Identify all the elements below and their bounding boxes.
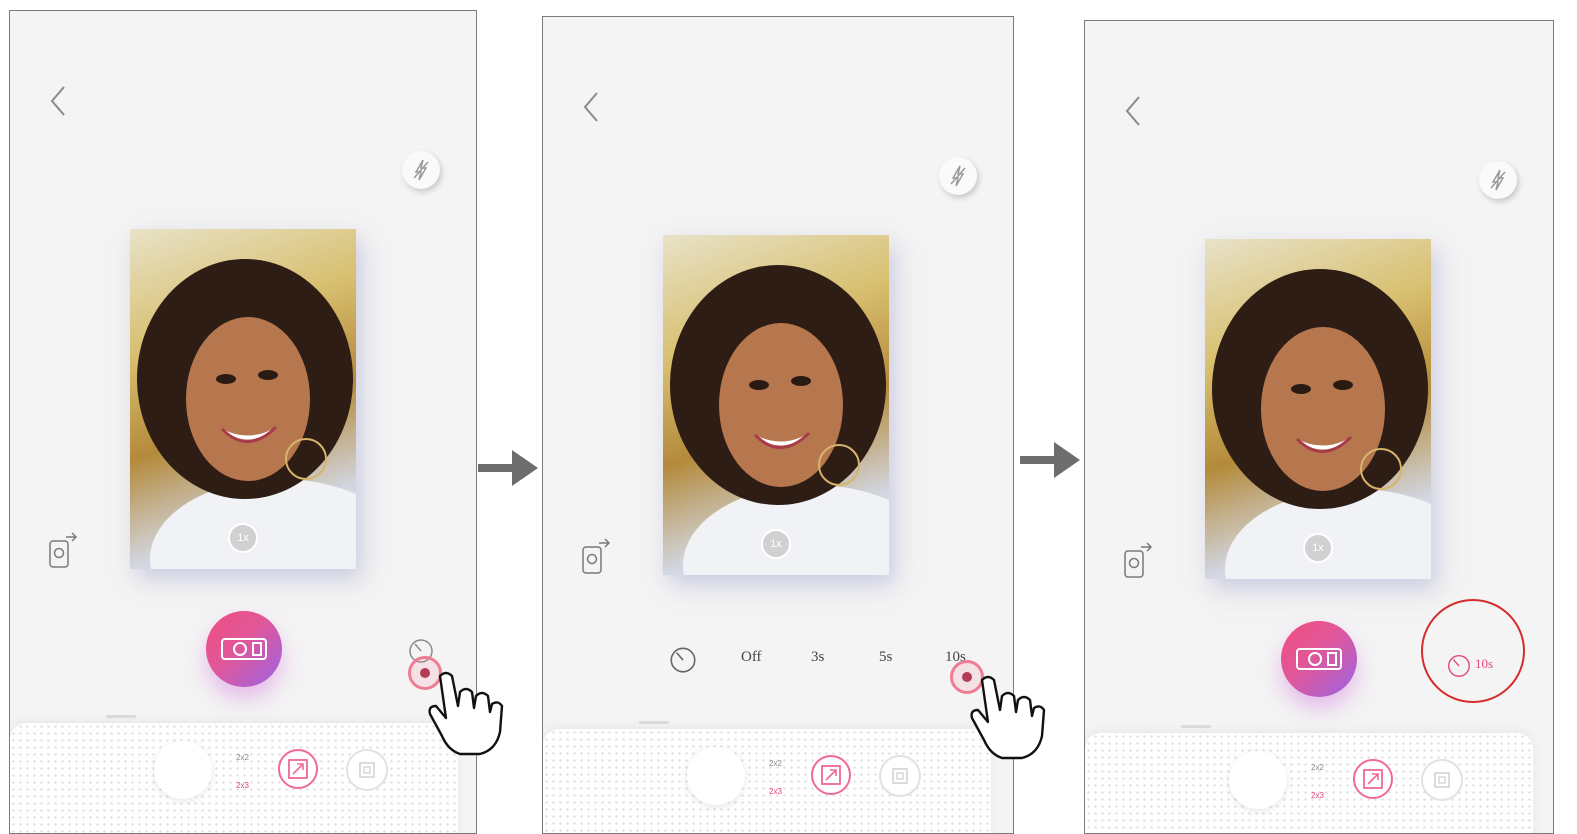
gallery-icon (1434, 772, 1450, 788)
camera-preview: 1x (1205, 239, 1431, 579)
collage-grid-button[interactable] (278, 749, 318, 789)
gallery-button[interactable] (879, 755, 921, 797)
highlight-circle (1421, 599, 1525, 703)
flip-camera-icon[interactable] (579, 537, 613, 577)
flash-off-icon[interactable] (939, 157, 977, 195)
collage-grid-icon (1363, 769, 1383, 789)
hand-pointer-icon (428, 671, 504, 756)
camera-icon (1296, 648, 1342, 670)
grid-option-2x3[interactable]: 2x3 (769, 787, 782, 797)
grid-option-2x2[interactable]: 2x2 (769, 759, 782, 769)
grid-option-2x3[interactable]: 2x3 (1311, 791, 1324, 801)
grid-option-2x3[interactable]: 2x3 (236, 781, 249, 791)
zoom-badge[interactable]: 1x (761, 529, 791, 559)
timer-option-3s[interactable]: 3s (811, 649, 824, 666)
shutter-button[interactable] (1281, 621, 1357, 697)
collage-grid-button[interactable] (1353, 759, 1393, 799)
hand-pointer-icon (970, 675, 1046, 760)
back-icon[interactable] (579, 89, 603, 125)
grid-option-2x2[interactable]: 2x2 (236, 753, 249, 763)
collage-grid-icon (288, 759, 308, 779)
gallery-icon (892, 768, 908, 784)
timer-icon[interactable] (667, 643, 699, 675)
gallery-icon (359, 762, 375, 778)
flip-camera-icon[interactable] (1121, 541, 1155, 581)
flip-camera-icon[interactable] (46, 531, 80, 571)
camera-icon (221, 638, 267, 660)
timer-option-5s[interactable]: 5s (879, 649, 892, 666)
gallery-button[interactable] (346, 749, 388, 791)
tray-button[interactable] (687, 747, 745, 805)
zoom-badge[interactable]: 1x (228, 523, 258, 553)
face-image (670, 265, 889, 575)
timer-option-off[interactable]: Off (741, 649, 762, 666)
collage-grid-icon (821, 765, 841, 785)
collage-grid-button[interactable] (811, 755, 851, 795)
back-icon[interactable] (1121, 93, 1145, 129)
screen-2: 1x Off 3s 5s 10s 2x2 2x3 (542, 16, 1014, 834)
screen-3: 1x 10s 2x2 2x3 (1084, 20, 1554, 834)
timer-options-row: Off 3s 5s 10s (667, 641, 987, 681)
camera-preview: 1x (130, 229, 356, 569)
face-image (1212, 269, 1431, 579)
camera-preview: 1x (663, 235, 889, 575)
tray-handle[interactable] (639, 721, 669, 724)
tray-handle[interactable] (106, 715, 136, 718)
arrow-right-icon (1020, 442, 1080, 478)
tray-handle[interactable] (1181, 725, 1211, 728)
gallery-button[interactable] (1421, 759, 1463, 801)
arrow-right-icon (478, 450, 538, 486)
shutter-button[interactable] (206, 611, 282, 687)
back-icon[interactable] (46, 83, 70, 119)
grid-option-2x2[interactable]: 2x2 (1311, 763, 1324, 773)
bottom-tray (1085, 733, 1533, 833)
face-image (137, 259, 356, 569)
zoom-badge[interactable]: 1x (1303, 533, 1333, 563)
flash-off-icon[interactable] (1479, 161, 1517, 199)
screen-1: 1x 2x2 2x3 (9, 10, 477, 834)
bottom-tray (10, 723, 458, 833)
tray-button[interactable] (154, 741, 212, 799)
tray-button[interactable] (1229, 751, 1287, 809)
bottom-tray (543, 729, 991, 833)
flash-off-icon[interactable] (402, 151, 440, 189)
